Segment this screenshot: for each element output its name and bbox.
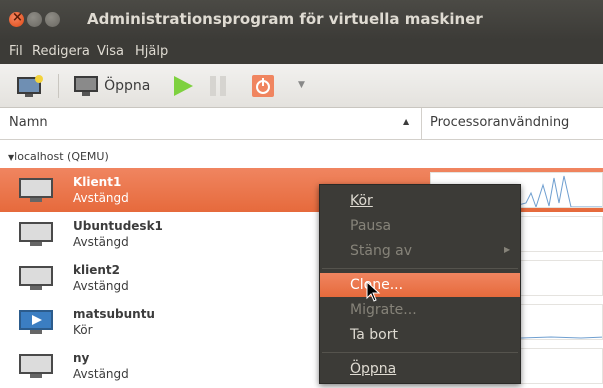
close-window-button[interactable]: [9, 10, 24, 27]
menu-item-shutdown[interactable]: Stäng av ▶: [320, 239, 520, 263]
monitor-icon: [19, 354, 53, 378]
open-button[interactable]: Öppna: [73, 75, 150, 97]
run-button[interactable]: [172, 75, 194, 101]
menu-item-open[interactable]: Öppna: [320, 357, 520, 381]
menu-item-label: Migrate...: [350, 302, 417, 318]
column-header: Namn ▲ Processoranvändning: [0, 108, 603, 140]
context-menu: Kör Pausa Stäng av ▶ Clone... Migrate... …: [319, 184, 521, 384]
column-cpu[interactable]: Processoranvändning: [430, 115, 569, 130]
monitor-icon: [19, 222, 53, 246]
menu-fil[interactable]: Fil: [9, 44, 23, 59]
monitor-icon: [19, 178, 53, 202]
title-bar: Administrationsprogram för virtuella mas…: [0, 0, 603, 40]
window-title: Administrationsprogram för virtuella mas…: [87, 10, 483, 28]
connection-group[interactable]: ▼localhost (QEMU): [0, 140, 603, 168]
vm-state: Avstängd: [73, 279, 129, 293]
power-icon: [252, 75, 274, 97]
vm-name: Ubuntudesk1: [73, 219, 163, 233]
new-vm-button[interactable]: [16, 74, 44, 102]
open-button-label: Öppna: [104, 78, 151, 94]
column-name[interactable]: Namn: [9, 115, 48, 130]
new-vm-icon: [17, 75, 43, 97]
menu-item-pause[interactable]: Pausa: [320, 214, 520, 238]
mouse-cursor-icon: [366, 281, 381, 302]
monitor-icon: [74, 76, 98, 96]
vm-state: Avstängd: [73, 235, 129, 249]
menu-item-clone[interactable]: Clone...: [320, 273, 520, 297]
menu-visa[interactable]: Visa: [97, 44, 124, 59]
shutdown-button[interactable]: [251, 74, 275, 102]
vm-name: Klient1: [73, 175, 122, 189]
menu-bar: Fil Redigera Visa Hjälp: [0, 40, 603, 64]
shutdown-dropdown-icon[interactable]: ▼: [298, 80, 305, 90]
toolbar-separator: [58, 74, 59, 98]
vm-state: Avstängd: [73, 367, 129, 381]
menu-item-label: Pausa: [350, 218, 392, 234]
maximize-window-button[interactable]: [45, 12, 60, 27]
menu-item-label: Ta bort: [350, 327, 398, 343]
vm-state: Avstängd: [73, 191, 129, 205]
menu-separator: [322, 268, 518, 269]
connection-label: localhost (QEMU): [14, 150, 109, 163]
column-divider: [421, 108, 422, 139]
play-icon: [174, 76, 193, 96]
menu-item-label: Stäng av: [350, 243, 413, 259]
pause-icon: [210, 76, 226, 96]
running-icon: [19, 310, 53, 334]
menu-item-run[interactable]: Kör: [320, 189, 520, 213]
menu-item-label: Öppna: [350, 361, 397, 377]
vm-state: Kör: [73, 323, 93, 337]
submenu-arrow-icon: ▶: [504, 245, 511, 254]
pause-button[interactable]: [207, 75, 229, 101]
toolbar: Öppna ▼: [0, 64, 603, 108]
menu-separator: [322, 352, 518, 353]
monitor-icon: [19, 266, 53, 290]
vm-name: klient2: [73, 263, 120, 277]
menu-item-delete[interactable]: Ta bort: [320, 323, 520, 347]
menu-redigera[interactable]: Redigera: [32, 44, 90, 59]
menu-item-label: Kör: [350, 193, 373, 209]
menu-item-migrate[interactable]: Migrate...: [320, 298, 520, 322]
minimize-window-button[interactable]: [27, 12, 42, 27]
vm-name: matsubuntu: [73, 307, 155, 321]
menu-hjalp[interactable]: Hjälp: [135, 44, 168, 59]
sort-asc-icon: ▲: [403, 117, 410, 126]
vm-name: ny: [73, 351, 90, 365]
